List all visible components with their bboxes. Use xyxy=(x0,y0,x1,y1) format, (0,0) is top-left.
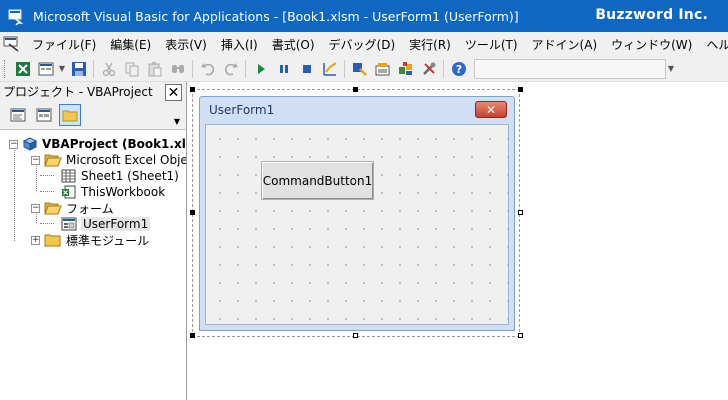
menu-edit[interactable]: 編集(E) xyxy=(103,36,158,53)
view-code-icon[interactable] xyxy=(7,104,29,126)
userform-icon xyxy=(61,217,77,231)
paste-icon[interactable] xyxy=(143,58,166,80)
toolbar-location-field[interactable] xyxy=(474,58,666,79)
object-browser-icon[interactable] xyxy=(394,58,417,80)
menu-bar: ファイル(F) 編集(E) 表示(V) 挿入(I) 書式(O) デバッグ(D) … xyxy=(0,32,728,56)
toolbar-separator xyxy=(344,59,345,78)
tree-label-project: VBAProject (Book1.xlsm) xyxy=(42,137,186,151)
menu-help[interactable]: ヘルプ(H) xyxy=(699,36,728,53)
tree-node-thisworkbook[interactable]: ThisWorkbook xyxy=(61,184,165,200)
menu-insert[interactable]: 挿入(I) xyxy=(214,36,265,53)
tree-node-userform1[interactable]: UserForm1 xyxy=(61,216,151,232)
svg-text:?: ? xyxy=(455,63,461,76)
toolbar-grip[interactable] xyxy=(4,59,7,78)
menu-debug[interactable]: デバッグ(D) xyxy=(322,36,403,53)
workbook-icon xyxy=(62,185,76,199)
properties-icon[interactable] xyxy=(371,58,394,80)
tree-label-thisworkbook: ThisWorkbook xyxy=(81,185,166,199)
excel-icon[interactable] xyxy=(11,58,34,80)
tree-node-excel-objects[interactable]: − Microsoft Excel Objects xyxy=(31,152,186,168)
save-icon[interactable] xyxy=(67,58,90,80)
close-icon[interactable]: ✕ xyxy=(475,101,507,118)
vba-menu-icon[interactable] xyxy=(3,34,21,54)
tree-label-modules: 標準モジュール xyxy=(66,233,150,248)
tree-node-project[interactable]: − VBAProject (Book1.xlsm) xyxy=(9,136,186,152)
window-title: Microsoft Visual Basic for Applications … xyxy=(33,8,519,24)
project-explorer-panel: プロジェクト - VBAProject ✕ ▼ − VBAProject (Bo… xyxy=(0,82,187,400)
command-button-1[interactable]: CommandButton1 xyxy=(261,161,374,200)
resize-handle[interactable] xyxy=(518,333,523,338)
menu-file[interactable]: ファイル(F) xyxy=(25,36,103,53)
design-mode-icon[interactable] xyxy=(318,58,341,80)
run-icon[interactable] xyxy=(249,58,272,80)
userform1-window[interactable]: UserForm1 ✕ CommandButton1 xyxy=(199,96,515,331)
resize-handle[interactable] xyxy=(518,87,523,92)
designer-workspace: UserForm1 ✕ CommandButton1 xyxy=(188,82,728,400)
project-explorer-title: プロジェクト - VBAProject xyxy=(3,85,153,99)
toolbox-icon[interactable] xyxy=(417,58,440,80)
help-icon[interactable]: ? xyxy=(447,58,470,80)
project-explorer-tools xyxy=(0,101,186,130)
userform-client-area[interactable]: CommandButton1 xyxy=(205,124,509,325)
toolbar-separator xyxy=(192,59,193,78)
resize-handle[interactable] xyxy=(190,210,195,215)
vbaproject-icon xyxy=(22,137,38,151)
tree-connector xyxy=(14,145,15,241)
expand-icon[interactable]: + xyxy=(31,235,40,245)
sheet-icon xyxy=(61,169,76,183)
brand-label: Buzzword Inc. xyxy=(595,7,708,23)
chevron-down-icon[interactable]: ▼ xyxy=(57,59,67,79)
resize-handle[interactable] xyxy=(190,87,195,92)
project-tree: − VBAProject (Book1.xlsm) − Microsoft Ex… xyxy=(0,133,186,400)
toolbar-separator xyxy=(443,59,444,78)
tree-connector xyxy=(40,175,54,176)
menu-window[interactable]: ウィンドウ(W) xyxy=(604,36,699,53)
toggle-folders-icon[interactable] xyxy=(59,104,81,126)
menu-run[interactable]: 実行(R) xyxy=(402,36,458,53)
resize-handle[interactable] xyxy=(518,210,523,215)
standard-toolbar: ▼ ? ▼ xyxy=(0,56,728,82)
view-object-icon[interactable] xyxy=(33,104,55,126)
menu-tools[interactable]: ツール(T) xyxy=(458,36,525,53)
tree-node-forms[interactable]: − フォーム xyxy=(31,200,114,216)
menu-format[interactable]: 書式(O) xyxy=(265,36,322,53)
tree-connector xyxy=(40,191,54,192)
cut-icon[interactable] xyxy=(97,58,120,80)
insert-form-icon[interactable] xyxy=(34,58,57,80)
panel-scroll-down-icon[interactable]: ▼ xyxy=(172,115,182,127)
tree-label-userform1: UserForm1 xyxy=(81,217,151,231)
folder-closed-icon xyxy=(44,234,61,247)
tree-node-sheet1[interactable]: Sheet1 (Sheet1) xyxy=(61,168,179,184)
project-explorer-header: プロジェクト - VBAProject ✕ xyxy=(0,82,186,101)
tree-node-modules[interactable]: + 標準モジュール xyxy=(9,232,149,248)
reset-icon[interactable] xyxy=(295,58,318,80)
folder-open-icon xyxy=(44,202,62,215)
toolbar-options-icon[interactable]: ▼ xyxy=(666,59,676,79)
title-bar: Microsoft Visual Basic for Applications … xyxy=(0,0,728,32)
tree-label-forms: フォーム xyxy=(66,201,114,216)
redo-icon[interactable] xyxy=(219,58,242,80)
tree-connector xyxy=(40,223,54,224)
toolbar-separator xyxy=(245,59,246,78)
close-icon[interactable]: ✕ xyxy=(165,84,182,101)
menu-addins[interactable]: アドイン(A) xyxy=(525,36,605,53)
toolbar-separator xyxy=(93,59,94,78)
break-icon[interactable] xyxy=(272,58,295,80)
collapse-icon[interactable]: − xyxy=(9,139,18,149)
resize-handle[interactable] xyxy=(353,87,358,92)
find-icon[interactable] xyxy=(166,58,189,80)
collapse-icon[interactable]: − xyxy=(31,155,40,165)
undo-icon[interactable] xyxy=(196,58,219,80)
tree-label-excel-objects: Microsoft Excel Objects xyxy=(66,153,186,167)
resize-handle[interactable] xyxy=(190,333,195,338)
vba-app-icon xyxy=(8,9,24,25)
userform-title: UserForm1 xyxy=(209,103,275,117)
tree-label-sheet1: Sheet1 (Sheet1) xyxy=(81,169,179,183)
copy-icon[interactable] xyxy=(120,58,143,80)
menu-view[interactable]: 表示(V) xyxy=(158,36,214,53)
resize-handle[interactable] xyxy=(353,333,358,338)
project-explorer-icon[interactable] xyxy=(348,58,371,80)
folder-open-icon xyxy=(44,154,62,167)
collapse-icon[interactable]: − xyxy=(31,203,40,213)
